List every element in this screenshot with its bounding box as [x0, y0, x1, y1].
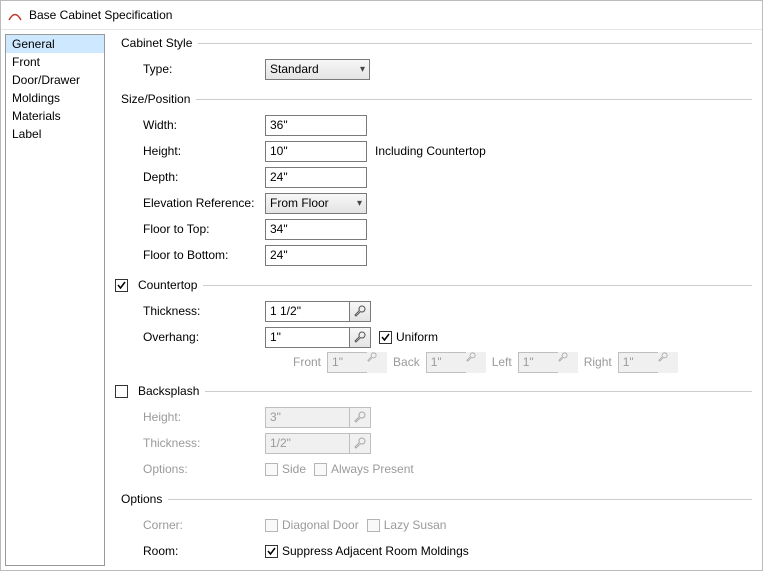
- bs-options-label: Options:: [115, 462, 265, 476]
- suppress-moldings-label: Suppress Adjacent Room Moldings: [282, 544, 469, 558]
- backsplash-checkbox[interactable]: [115, 385, 132, 398]
- ov-back-input: [426, 352, 486, 373]
- wrench-icon: [367, 352, 387, 373]
- group-cabinet-style: Cabinet Style Type: Standard ▾: [115, 36, 752, 82]
- bs-height-label: Height:: [115, 410, 265, 424]
- type-select-value: Standard: [270, 62, 319, 76]
- titlebar: Base Cabinet Specification: [1, 1, 762, 29]
- chevron-down-icon: ▾: [360, 64, 365, 75]
- floor-top-label: Floor to Top:: [115, 222, 265, 236]
- wrench-icon: [349, 433, 371, 454]
- group-backsplash: Backsplash Height: Thick: [115, 384, 752, 482]
- sidebar-item-label[interactable]: Label: [6, 125, 104, 143]
- lazy-susan-checkbox: Lazy Susan: [367, 518, 447, 532]
- bs-always-label: Always Present: [331, 462, 414, 476]
- bs-height-input: [265, 407, 371, 428]
- floor-bottom-input[interactable]: [265, 245, 367, 266]
- width-label: Width:: [115, 118, 265, 132]
- sidebar-item-moldings[interactable]: Moldings: [6, 89, 104, 107]
- uniform-label: Uniform: [396, 330, 438, 344]
- group-countertop: Countertop Thickness:: [115, 278, 752, 374]
- sidebar-item-general[interactable]: General: [6, 35, 104, 53]
- depth-label: Depth:: [115, 170, 265, 184]
- wrench-icon[interactable]: [349, 301, 371, 322]
- wrench-icon: [466, 352, 486, 373]
- ct-overhang-label: Overhang:: [115, 330, 265, 344]
- elev-ref-value: From Floor: [270, 196, 329, 210]
- room-label: Room:: [115, 544, 265, 558]
- group-title-backsplash: Backsplash: [138, 384, 199, 398]
- type-label: Type:: [115, 62, 265, 76]
- uniform-checkbox[interactable]: Uniform: [379, 330, 438, 344]
- bs-thickness-input: [265, 433, 371, 454]
- group-size-position: Size/Position Width: Height: Including C…: [115, 92, 752, 268]
- suppress-moldings-checkbox[interactable]: Suppress Adjacent Room Moldings: [265, 544, 469, 558]
- floor-bottom-label: Floor to Bottom:: [115, 248, 265, 262]
- height-input[interactable]: [265, 141, 367, 162]
- ct-overhang-input[interactable]: [265, 327, 371, 348]
- sidebar-item-front[interactable]: Front: [6, 53, 104, 71]
- ov-front-input: [327, 352, 387, 373]
- app-icon: [7, 7, 23, 23]
- floor-top-input[interactable]: [265, 219, 367, 240]
- wrench-icon: [658, 352, 678, 373]
- dialog-window: Base Cabinet Specification General Front…: [0, 0, 763, 571]
- wrench-icon: [349, 407, 371, 428]
- ov-left-label: Left: [492, 355, 512, 369]
- window-title: Base Cabinet Specification: [29, 8, 172, 22]
- bs-always-checkbox: Always Present: [314, 462, 414, 476]
- ct-thickness-label: Thickness:: [115, 304, 265, 318]
- diagonal-door-label: Diagonal Door: [282, 518, 359, 532]
- wrench-icon[interactable]: [349, 327, 371, 348]
- group-options: Options Corner: Diagonal Door Lazy Susan…: [115, 492, 752, 564]
- chevron-down-icon: ▾: [357, 198, 362, 209]
- bs-side-label: Side: [282, 462, 306, 476]
- bs-thickness-label: Thickness:: [115, 436, 265, 450]
- group-title-options: Options: [121, 492, 162, 506]
- sidebar: General Front Door/Drawer Moldings Mater…: [5, 34, 105, 566]
- width-input[interactable]: [265, 115, 367, 136]
- bs-side-checkbox: Side: [265, 462, 306, 476]
- panel-general: Cabinet Style Type: Standard ▾: [105, 30, 762, 570]
- sidebar-item-materials[interactable]: Materials: [6, 107, 104, 125]
- height-label: Height:: [115, 144, 265, 158]
- height-note: Including Countertop: [375, 144, 486, 158]
- ov-left-input: [518, 352, 578, 373]
- depth-input[interactable]: [265, 167, 367, 188]
- elev-ref-select[interactable]: From Floor ▾: [265, 193, 367, 214]
- sidebar-item-door-drawer[interactable]: Door/Drawer: [6, 71, 104, 89]
- ct-thickness-input[interactable]: [265, 301, 371, 322]
- countertop-checkbox[interactable]: [115, 279, 132, 292]
- corner-label: Corner:: [115, 518, 265, 532]
- elev-ref-label: Elevation Reference:: [115, 196, 265, 210]
- type-select[interactable]: Standard ▾: [265, 59, 370, 80]
- group-title-countertop: Countertop: [138, 278, 197, 292]
- lazy-susan-label: Lazy Susan: [384, 518, 447, 532]
- group-title-size-position: Size/Position: [121, 92, 190, 106]
- ov-right-input: [618, 352, 678, 373]
- group-title-cabinet-style: Cabinet Style: [121, 36, 192, 50]
- ov-right-label: Right: [584, 355, 612, 369]
- ov-back-label: Back: [393, 355, 420, 369]
- ov-front-label: Front: [293, 355, 321, 369]
- diagonal-door-checkbox: Diagonal Door: [265, 518, 359, 532]
- wrench-icon: [558, 352, 578, 373]
